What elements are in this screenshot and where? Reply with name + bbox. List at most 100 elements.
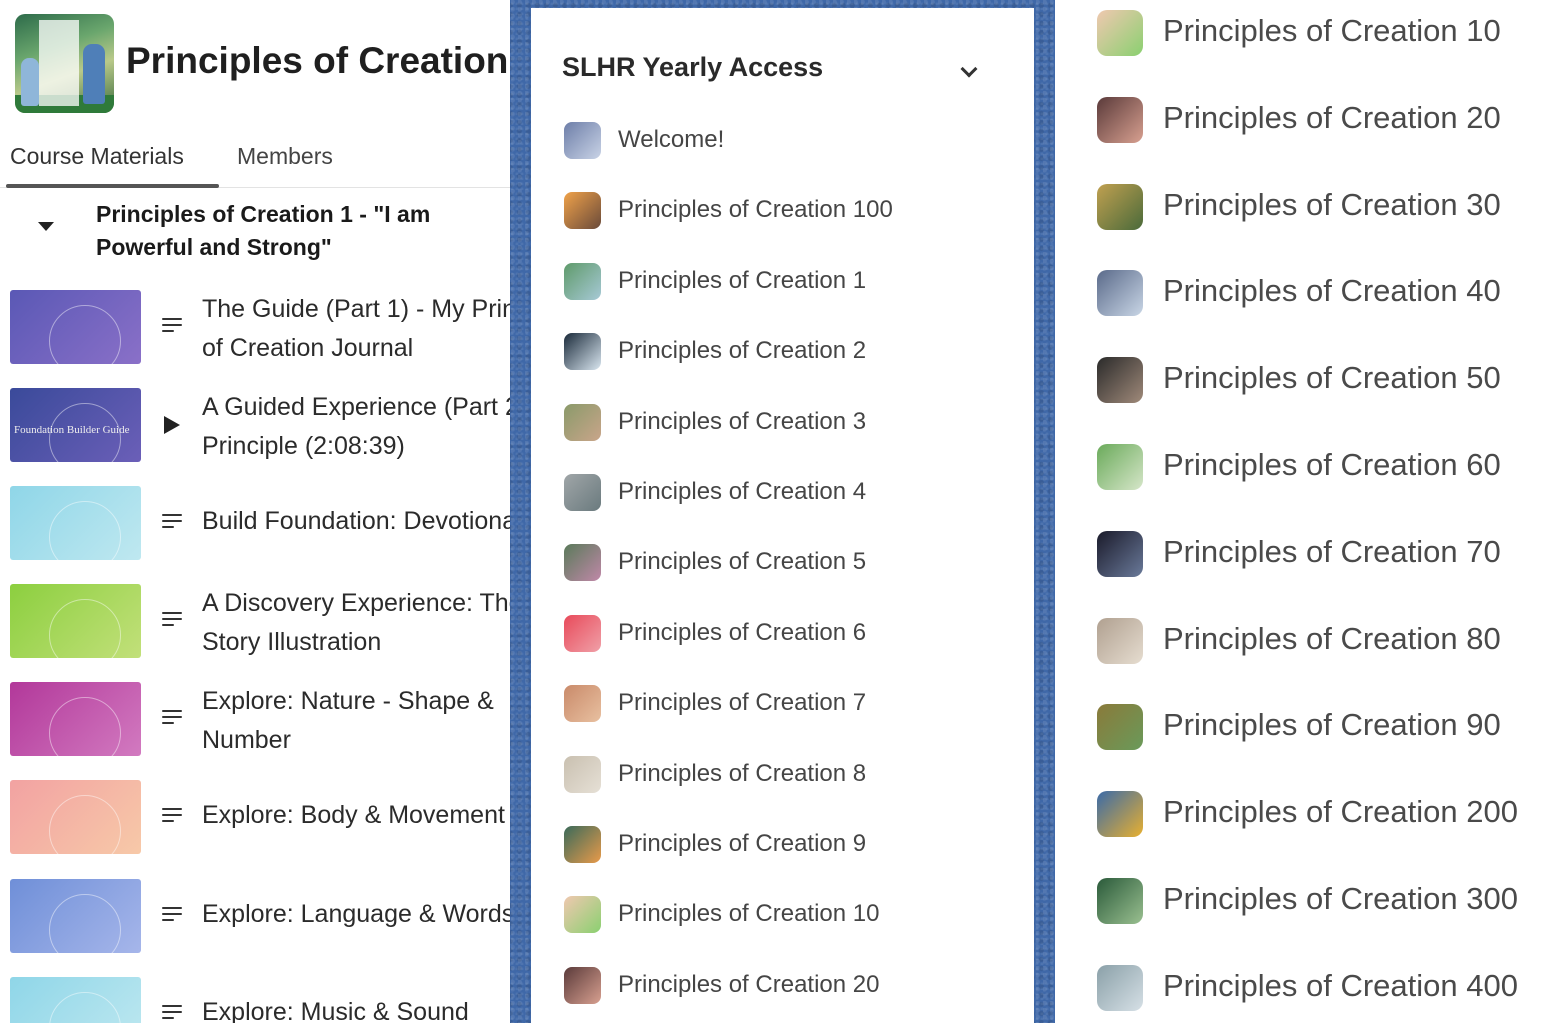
item-thumbnail-icon: [1097, 617, 1143, 664]
section-title[interactable]: Principles of Creation 1 - "I am Powerfu…: [96, 198, 510, 264]
item-thumbnail-icon: [1097, 96, 1143, 143]
course-logo[interactable]: [15, 14, 114, 113]
lesson-row[interactable]: Explore: Language & Words: [0, 879, 510, 969]
library-item-label: Principles of Creation 50: [1163, 360, 1501, 396]
text-lesson-icon: [162, 710, 182, 728]
lesson-row[interactable]: The Guide (Part 1) - My Principles of Cre…: [0, 290, 510, 380]
tab-course-materials[interactable]: Course Materials: [10, 143, 184, 170]
library-item-label: Principles of Creation 10: [1163, 13, 1501, 48]
membership-title[interactable]: SLHR Yearly Access: [562, 52, 823, 83]
membership-item-label: Principles of Creation 6: [618, 618, 867, 646]
lesson-row[interactable]: Explore: Music & Sound: [0, 977, 510, 1023]
membership-item[interactable]: Principles of Creation 7: [531, 684, 1034, 724]
lesson-title[interactable]: Explore: Body & Movement: [202, 796, 510, 835]
text-lesson-icon: [162, 612, 182, 630]
membership-item-label: Principles of Creation 1: [618, 266, 867, 294]
lesson-row[interactable]: A Discovery Experience: The Story Illustr…: [0, 584, 510, 674]
logo-text-box: [39, 20, 79, 106]
item-thumbnail-icon: [1097, 791, 1143, 838]
library-item[interactable]: Principles of Creation 80: [1055, 617, 1556, 668]
lesson-title[interactable]: Build Foundation: Devotional: [202, 502, 510, 541]
library-item[interactable]: Principles of Creation 20: [1055, 96, 1556, 147]
item-thumbnail-icon: [564, 122, 601, 159]
text-lesson-icon: [162, 318, 182, 336]
item-thumbnail-icon: [1097, 878, 1143, 924]
library-item[interactable]: Principles of Creation 40: [1055, 270, 1556, 320]
library-item[interactable]: Principles of Creation 300: [1055, 878, 1556, 928]
library-item[interactable]: Principles of Creation 400: [1055, 964, 1556, 1015]
library-item-label: Principles of Creation 90: [1163, 707, 1501, 743]
lesson-title[interactable]: A Guided Experience (Part 2) - The Princi…: [202, 388, 510, 466]
membership-item[interactable]: Welcome!: [531, 121, 1034, 161]
membership-item[interactable]: Principles of Creation 3: [531, 403, 1034, 443]
item-thumbnail-icon: [564, 896, 601, 934]
item-thumbnail-icon: [564, 262, 601, 300]
lesson-thumbnail[interactable]: [10, 780, 141, 854]
item-thumbnail-icon: [1097, 444, 1143, 490]
lesson-thumbnail[interactable]: [10, 977, 141, 1023]
lesson-row[interactable]: Explore: Body & Movement: [0, 780, 510, 870]
library-item[interactable]: Principles of Creation 70: [1055, 530, 1556, 581]
membership-item[interactable]: Principles of Creation 1: [531, 262, 1034, 302]
lesson-title-line: A Guided Experience (Part 2) - The: [202, 393, 510, 421]
course-panel: Principles of Creation Course Materials …: [0, 0, 510, 1023]
lesson-title-line: Number: [202, 726, 291, 754]
membership-item[interactable]: Principles of Creation 10: [531, 895, 1034, 935]
membership-item[interactable]: Principles of Creation 5: [531, 543, 1034, 583]
text-lesson-icon: [162, 1005, 182, 1023]
lesson-thumbnail[interactable]: Foundation Builder Guide: [10, 388, 141, 462]
membership-item[interactable]: Principles of Creation 20: [531, 966, 1034, 1006]
logo-child-left: [21, 58, 39, 106]
caret-down-icon[interactable]: [38, 222, 54, 231]
lesson-row[interactable]: Build Foundation: Devotional: [0, 486, 510, 576]
library-item-label: Principles of Creation 300: [1163, 881, 1518, 916]
library-item[interactable]: Principles of Creation 10: [1055, 10, 1556, 60]
library-item-label: Principles of Creation 70: [1163, 533, 1501, 569]
membership-item[interactable]: Principles of Creation 4: [531, 473, 1034, 513]
membership-item[interactable]: Principles of Creation 100: [531, 191, 1034, 231]
lesson-thumbnail[interactable]: [10, 584, 141, 658]
lesson-thumbnail[interactable]: [10, 879, 141, 953]
lesson-thumbnail[interactable]: [10, 682, 141, 756]
library-item[interactable]: Principles of Creation 60: [1055, 444, 1556, 494]
item-thumbnail-icon: [1097, 704, 1143, 751]
item-thumbnail-icon: [564, 614, 601, 652]
lesson-title[interactable]: Explore: Language & Words: [202, 895, 510, 934]
lesson-title[interactable]: A Discovery Experience: The Story Illustr…: [202, 584, 510, 662]
play-icon: [164, 416, 180, 434]
lesson-thumbnail[interactable]: [10, 290, 141, 364]
lesson-row[interactable]: Explore: Nature - Shape & Number: [0, 682, 510, 772]
chevron-down-icon[interactable]: [960, 60, 978, 78]
lesson-title[interactable]: The Guide (Part 1) - My Principles of Cre…: [202, 290, 510, 368]
item-thumbnail-icon: [1097, 183, 1143, 230]
library-item[interactable]: Principles of Creation 30: [1055, 183, 1556, 234]
item-thumbnail-icon: [1097, 270, 1143, 317]
membership-item-label: Principles of Creation 10: [618, 900, 880, 928]
membership-item[interactable]: Principles of Creation 2: [531, 332, 1034, 372]
lesson-title-line: A Discovery Experience: The: [202, 589, 510, 617]
item-thumbnail-icon: [564, 544, 601, 582]
membership-item[interactable]: Principles of Creation 6: [531, 614, 1034, 654]
course-title: Principles of Creation: [126, 40, 509, 81]
library-item[interactable]: Principles of Creation 90: [1055, 704, 1556, 754]
item-thumbnail-icon: [1097, 10, 1143, 56]
membership-item[interactable]: Principles of Creation 9: [531, 825, 1034, 865]
membership-item-label: Principles of Creation 20: [618, 970, 880, 998]
library-item-label: Principles of Creation 200: [1163, 794, 1518, 830]
library-item[interactable]: Principles of Creation 50: [1055, 357, 1556, 407]
lesson-thumbnail[interactable]: [10, 486, 141, 560]
membership-item-label: Principles of Creation 5: [618, 548, 867, 576]
membership-item[interactable]: Principles of Creation 8: [531, 755, 1034, 795]
library-item-label: Principles of Creation 60: [1163, 447, 1501, 482]
lesson-row[interactable]: Foundation Builder Guide A Guided Experie…: [0, 388, 510, 478]
library-item-label: Principles of Creation 80: [1163, 620, 1501, 656]
lesson-title[interactable]: Explore: Nature - Shape & Number: [202, 682, 510, 760]
item-thumbnail-icon: [564, 333, 601, 371]
item-thumbnail-icon: [1097, 530, 1143, 577]
membership-item-label: Welcome!: [618, 126, 725, 153]
lesson-title[interactable]: Explore: Music & Sound: [202, 993, 510, 1023]
tab-members[interactable]: Members: [237, 143, 333, 170]
course-tabs: Course Materials Members: [0, 140, 510, 188]
item-thumbnail-icon: [564, 826, 601, 863]
library-item[interactable]: Principles of Creation 200: [1055, 791, 1556, 841]
